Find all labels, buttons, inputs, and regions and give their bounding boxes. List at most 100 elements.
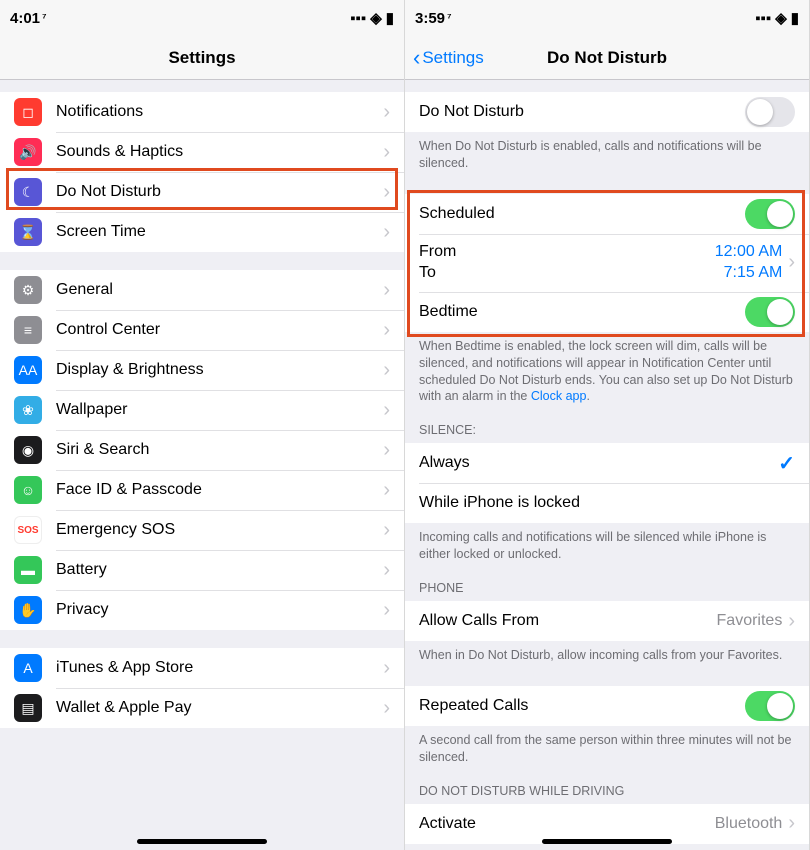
row-label: Notifications [56, 103, 383, 121]
row-label: Face ID & Passcode [56, 481, 383, 499]
dnd-pane: 3:59⁷ ▪▪▪ ◈ ▮ ‹ Settings Do Not Disturb … [405, 0, 810, 850]
settings-row-sounds-haptics[interactable]: 🔊Sounds & Haptics› [0, 132, 404, 172]
chevron-right-icon: › [383, 101, 390, 124]
row-label: Control Center [56, 321, 383, 339]
settings-row-battery[interactable]: ▬ Battery› [0, 550, 404, 590]
controlcenter-icon: ≡ [14, 316, 42, 344]
dnd-toggle[interactable] [745, 97, 795, 127]
allow-calls-label: Allow Calls From [419, 612, 717, 630]
settings-row-general[interactable]: ⚙General› [0, 270, 404, 310]
row-label: iTunes & App Store [56, 659, 383, 677]
row-label: Wallpaper [56, 401, 383, 419]
row-label: General [56, 281, 383, 299]
allow-calls-row[interactable]: Allow Calls From Favorites › [405, 601, 809, 641]
appstore-icon: A [14, 654, 42, 682]
wifi-icon: ◈ [775, 9, 787, 27]
signal-icon: ▪▪▪ [755, 10, 771, 27]
dnd-icon: ☾ [14, 178, 42, 206]
driving-header: DO NOT DISTURB WHILE DRIVING [405, 770, 809, 804]
battery-icon: ▬ [14, 556, 42, 584]
dnd-label: Do Not Disturb [419, 103, 745, 121]
settings-row-face-id-passcode[interactable]: ☺ Face ID & Passcode› [0, 470, 404, 510]
chevron-right-icon: › [788, 251, 795, 274]
chevron-right-icon: › [383, 399, 390, 422]
chevron-right-icon: › [383, 221, 390, 244]
row-label: Display & Brightness [56, 361, 383, 379]
allow-calls-footer: When in Do Not Disturb, allow incoming c… [405, 641, 809, 668]
chevron-right-icon: › [788, 812, 795, 835]
bedtime-row[interactable]: Bedtime [405, 292, 809, 332]
notifications-icon: ◻ [14, 98, 42, 126]
settings-row-wallet-apple-pay[interactable]: ▤Wallet & Apple Pay› [0, 688, 404, 728]
row-label: Siri & Search [56, 441, 383, 459]
chevron-right-icon: › [383, 657, 390, 680]
settings-row-display-brightness[interactable]: AA Display & Brightness› [0, 350, 404, 390]
activate-row[interactable]: Activate Bluetooth › [405, 804, 809, 844]
scheduled-toggle[interactable] [745, 199, 795, 229]
settings-row-control-center[interactable]: ≡Control Center› [0, 310, 404, 350]
dnd-footer: When Do Not Disturb is enabled, calls an… [405, 132, 809, 176]
faceid-icon: ☺ [14, 476, 42, 504]
settings-row-emergency-sos[interactable]: SOSEmergency SOS› [0, 510, 404, 550]
battery-icon: ▮ [386, 9, 394, 27]
repeated-label: Repeated Calls [419, 697, 745, 715]
silence-footer: Incoming calls and notifications will be… [405, 523, 809, 567]
page-title: Settings [168, 48, 235, 68]
nav-bar: Settings [0, 36, 404, 80]
bedtime-footer: When Bedtime is enabled, the lock screen… [405, 332, 809, 410]
bedtime-label: Bedtime [419, 303, 745, 321]
wallet-icon: ▤ [14, 694, 42, 722]
scheduled-label: Scheduled [419, 205, 745, 223]
row-label: Wallet & Apple Pay [56, 699, 383, 717]
repeated-toggle[interactable] [745, 691, 795, 721]
to-value: 7:15 AM [724, 263, 783, 284]
chevron-right-icon: › [383, 359, 390, 382]
silence-locked-row[interactable]: While iPhone is locked [405, 483, 809, 523]
phone-header: PHONE [405, 567, 809, 601]
chevron-right-icon: › [383, 279, 390, 302]
chevron-right-icon: › [383, 599, 390, 622]
repeated-calls-row[interactable]: Repeated Calls [405, 686, 809, 726]
settings-row-notifications[interactable]: ◻ Notifications› [0, 92, 404, 132]
display-icon: AA [14, 356, 42, 384]
status-bar: 4:01⁷ ▪▪▪ ◈ ▮ [0, 0, 404, 36]
back-label: Settings [422, 48, 483, 68]
settings-row-siri-search[interactable]: ◉Siri & Search› [0, 430, 404, 470]
activate-label: Activate [419, 815, 715, 833]
to-label: To [419, 263, 436, 284]
settings-row-itunes-app-store[interactable]: AiTunes & App Store› [0, 648, 404, 688]
chevron-right-icon: › [383, 519, 390, 542]
silence-header: SILENCE: [405, 409, 809, 443]
screentime-icon: ⌛ [14, 218, 42, 246]
page-title: Do Not Disturb [547, 48, 667, 68]
wifi-icon: ◈ [370, 9, 382, 27]
home-indicator [137, 839, 267, 844]
settings-row-privacy[interactable]: ✋Privacy› [0, 590, 404, 630]
settings-row-screen-time[interactable]: ⌛Screen Time› [0, 212, 404, 252]
schedule-time-row[interactable]: From12:00 AM To7:15 AM › [405, 234, 809, 292]
chevron-right-icon: › [383, 559, 390, 582]
settings-row-do-not-disturb[interactable]: ☾Do Not Disturb› [0, 172, 404, 212]
sos-icon: SOS [14, 516, 42, 544]
chevron-right-icon: › [788, 610, 795, 633]
bedtime-toggle[interactable] [745, 297, 795, 327]
back-button[interactable]: ‹ Settings [413, 47, 484, 69]
home-indicator [542, 839, 672, 844]
clock: 4:01⁷ [10, 10, 47, 27]
clock-app-link[interactable]: Clock app [531, 389, 587, 403]
chevron-right-icon: › [383, 181, 390, 204]
silence-always-row[interactable]: Always ✓ [405, 443, 809, 483]
always-label: Always [419, 454, 778, 472]
battery-icon: ▮ [791, 9, 799, 27]
sounds-icon: 🔊 [14, 138, 42, 166]
status-bar: 3:59⁷ ▪▪▪ ◈ ▮ [405, 0, 809, 36]
dnd-toggle-row[interactable]: Do Not Disturb [405, 92, 809, 132]
locked-label: While iPhone is locked [419, 494, 795, 512]
chevron-right-icon: › [383, 141, 390, 164]
row-label: Battery [56, 561, 383, 579]
scheduled-row[interactable]: Scheduled [405, 194, 809, 234]
clock: 3:59⁷ [415, 10, 452, 27]
chevron-right-icon: › [383, 479, 390, 502]
settings-row-wallpaper[interactable]: ❀Wallpaper› [0, 390, 404, 430]
siri-icon: ◉ [14, 436, 42, 464]
